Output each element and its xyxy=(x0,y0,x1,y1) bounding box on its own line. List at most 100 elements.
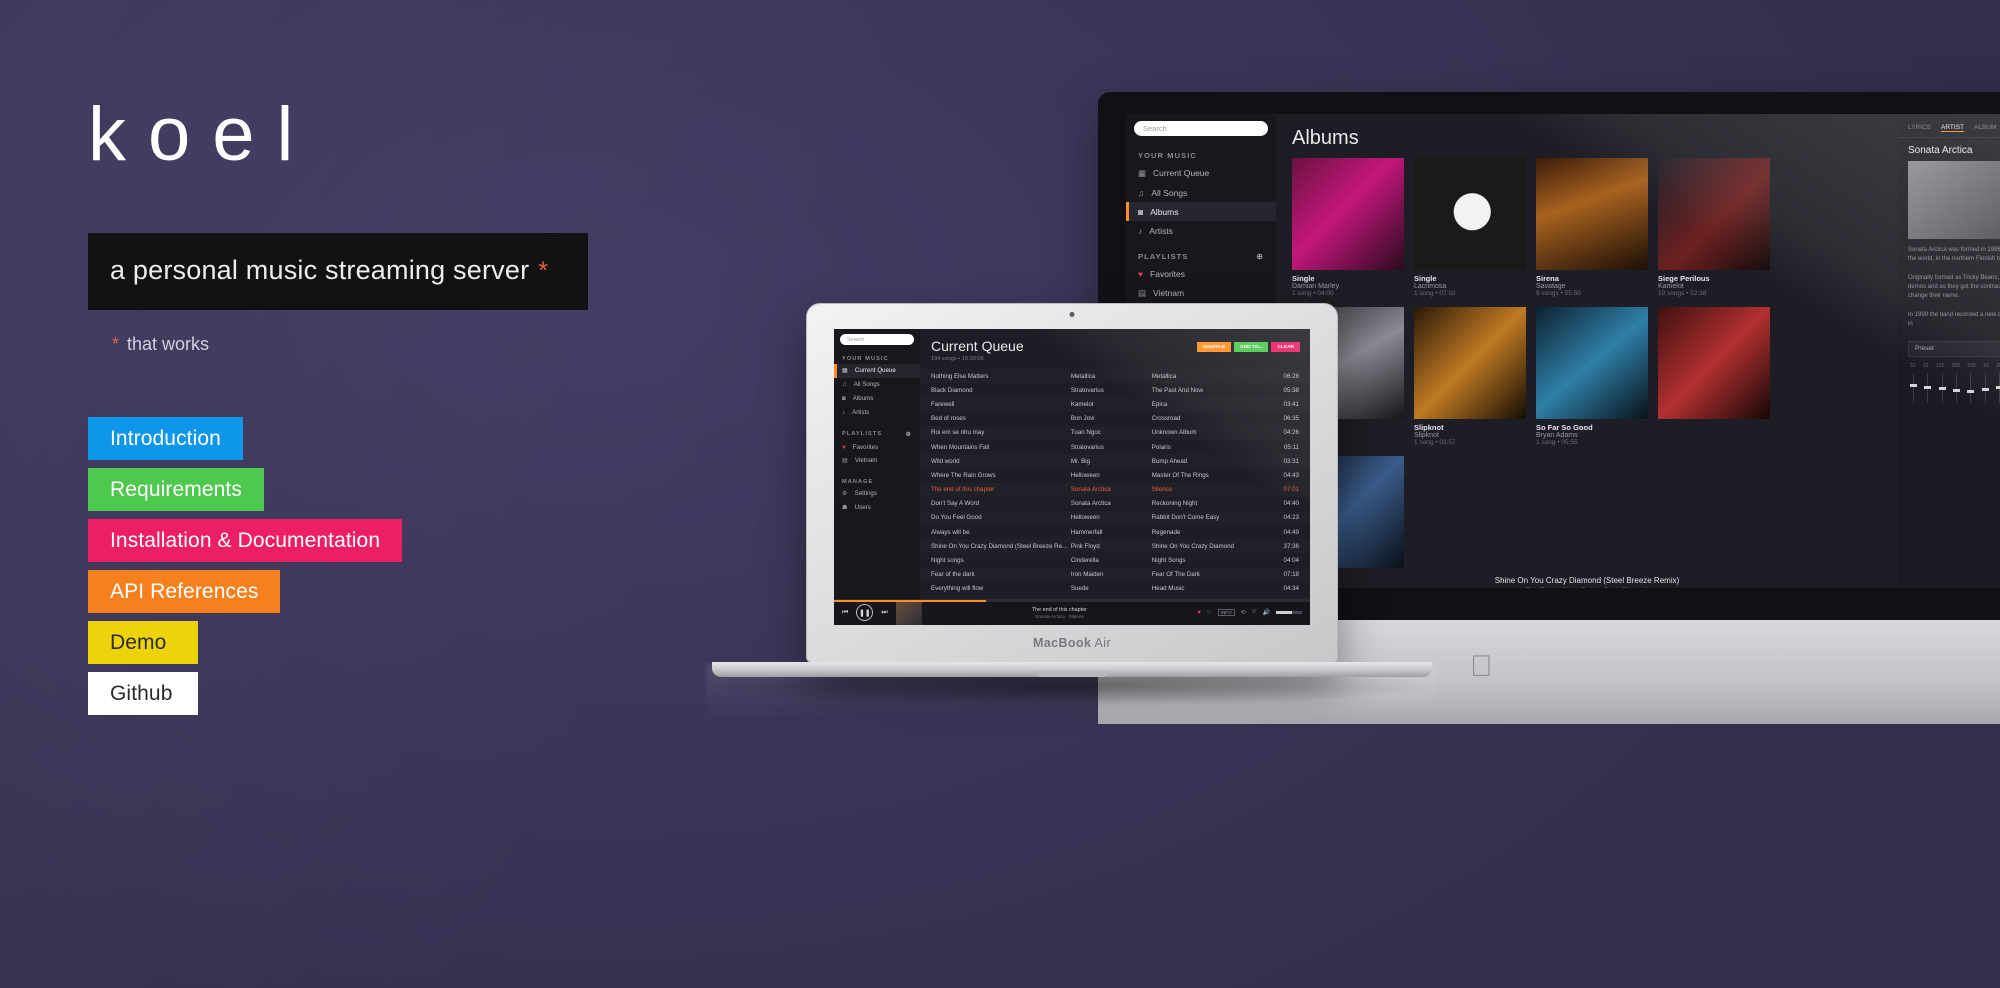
album-card[interactable] xyxy=(1658,307,1770,446)
imac-search-input[interactable]: Search xyxy=(1134,121,1268,136)
song-artist: Helloween xyxy=(1070,471,1100,479)
table-row[interactable]: Where The Rain Grows Helloween Master Of… xyxy=(920,468,1310,482)
table-row[interactable]: Black Diamond Stratovarius The Past And … xyxy=(920,383,1310,397)
table-row[interactable]: The end of this chapter Sonata Arctica S… xyxy=(920,482,1310,497)
eq-sliders[interactable] xyxy=(1908,369,2000,403)
album-artist: Bryan Adams xyxy=(1536,432,1578,439)
nav-button-requirements[interactable]: Requirements xyxy=(88,467,264,511)
imac-sidebar-item-albums[interactable]: ◙ Albums xyxy=(1126,202,1276,221)
imac-sidebar-item-current-queue[interactable]: ▦ Current Queue xyxy=(1126,163,1276,183)
users-icon: ☗ xyxy=(842,503,848,511)
seek-bar[interactable] xyxy=(834,600,1310,602)
mb-group-playlists: PLAYLISTS ⊕ xyxy=(834,419,920,440)
album-card[interactable]: Sirena Savatage 9 songs • 55:50 xyxy=(1536,158,1648,297)
table-row[interactable]: Night songs Cinderella Night Songs 04:04 xyxy=(920,553,1310,567)
shuffle-icon[interactable]: ⤫ xyxy=(1252,609,1257,616)
mb-sidebar-item-all-songs[interactable]: ♫ All Songs xyxy=(834,378,920,392)
eq-preset-label: Preset xyxy=(1915,345,1934,353)
now-playing-artwork xyxy=(895,599,922,625)
table-row[interactable]: Nothing Else Matters Metallica Metallica… xyxy=(920,369,1310,384)
mb-sidebar-item-users[interactable]: ☗ Users xyxy=(834,500,920,514)
tab-artist[interactable]: ARTIST xyxy=(1941,124,1964,132)
imac-sidebar-item-artists[interactable]: ♪ Artists xyxy=(1126,221,1276,240)
mb-search-input[interactable]: Search xyxy=(840,334,914,345)
song-length: 04:49 xyxy=(1283,528,1299,536)
heart-icon[interactable]: ♥ xyxy=(1197,610,1201,616)
volume-slider[interactable] xyxy=(1276,611,1302,614)
table-row[interactable]: Bed of roses Bon Jovi Crossroad 06:35 xyxy=(920,412,1310,426)
info-button[interactable]: INFO xyxy=(1217,609,1235,616)
nav-button-introduction[interactable]: Introduction xyxy=(88,416,243,460)
table-row[interactable]: Roi em se nhu may Tuan Ngoc Unknown Albu… xyxy=(920,425,1310,440)
imac-group-title: YOUR MUSIC xyxy=(1138,151,1197,160)
imac-main: Albums Single Damian Marley 1 song • 04:… xyxy=(1276,114,1898,588)
album-card[interactable]: Slipknot Slipknot 1 song • 03:57 xyxy=(1414,307,1526,446)
nav-button-api-references[interactable]: API References xyxy=(88,569,281,613)
song-title: Fear of the dark xyxy=(931,571,975,579)
player-right-controls: ♥ ♡ INFO ⟲ ⤫ 🔊 xyxy=(1197,609,1302,616)
imac-sidebar-item-favorites[interactable]: ♥ Favorites xyxy=(1126,264,1276,283)
song-album: Crossroad xyxy=(1151,415,1181,423)
mb-sidebar: Search YOUR MUSIC ▦ Current Queue ♫ All … xyxy=(834,329,920,599)
imac-sidebar-item-all-songs[interactable]: ♫ All Songs xyxy=(1126,183,1276,202)
imac-info-pane: LYRICS ARTIST ALBUM Sonata Arctica × Son… xyxy=(1898,114,2000,588)
add-playlist-icon[interactable]: ⊕ xyxy=(1256,252,1264,261)
add-playlist-icon[interactable]: ⊕ xyxy=(905,430,912,438)
tab-album[interactable]: ALBUM xyxy=(1974,124,1996,132)
table-row[interactable]: Do You Feel Good Helloween Rabbit Don't … xyxy=(920,510,1310,526)
repeat-icon[interactable]: ⟲ xyxy=(1241,609,1246,616)
song-length: 04:26 xyxy=(1283,429,1299,437)
mb-sidebar-item-current-queue[interactable]: ▦ Current Queue xyxy=(834,364,920,378)
album-card[interactable]: Single Lacrimosa 1 song • 07:02 xyxy=(1414,158,1526,297)
table-row[interactable]: Farewell Kamelot Epica 03:41 xyxy=(920,397,1310,412)
song-album: Epica xyxy=(1151,400,1168,408)
song-artist: Cinderella xyxy=(1070,557,1099,565)
mb-sidebar-item-artists[interactable]: ♪ Artists xyxy=(834,405,920,419)
macbook-mockup: Search YOUR MUSIC ▦ Current Queue ♫ All … xyxy=(712,303,1432,677)
previous-icon[interactable]: ⏮ xyxy=(842,609,848,617)
next-icon[interactable]: ⏭ xyxy=(881,609,887,617)
imac-sidebar-item-vietnam[interactable]: ▤ Vietnam xyxy=(1126,283,1276,303)
table-row[interactable]: When Mountains Fall Stratovarius Polaris… xyxy=(920,440,1310,454)
table-row[interactable]: Fear of the dark Iron Maiden Fear Of The… xyxy=(920,567,1310,582)
album-card[interactable]: Siege Perilous Kamelot 10 songs • 52:38 xyxy=(1658,158,1770,297)
pause-icon[interactable]: ❚❚ xyxy=(856,604,874,621)
volume-icon[interactable]: 🔊 xyxy=(1263,609,1270,616)
song-artist: Tuan Ngoc xyxy=(1070,429,1101,437)
album-cover xyxy=(1658,158,1770,270)
playlist-icon: ▤ xyxy=(1138,287,1147,298)
eq-band-labels: 31 62 125 250 500 1K 2K 4K 8K 16K xyxy=(1908,357,2000,369)
album-name: Sirena xyxy=(1536,274,1559,283)
nav-button-demo[interactable]: Demo xyxy=(88,620,198,664)
album-name: Slipknot xyxy=(1414,423,1444,432)
song-album: Head Music xyxy=(1151,585,1185,593)
table-row[interactable]: Always will be Hammerfall Regenade 04:49 xyxy=(920,525,1310,539)
table-row[interactable]: Everything will flow Suede Head Music 04… xyxy=(920,582,1310,596)
mb-sidebar-item-settings[interactable]: ⚙ Settings xyxy=(834,487,920,501)
tagline-asterisk: * xyxy=(538,256,548,285)
mb-sidebar-item-vietnam[interactable]: ▤ Vietnam xyxy=(834,454,920,468)
shuffle-button[interactable]: SHUFFLE xyxy=(1197,342,1232,352)
album-card[interactable]: So Far So Good Bryan Adams 1 song • 05:5… xyxy=(1536,307,1648,446)
eq-preset-select[interactable]: Preset ▾ xyxy=(1908,340,2000,357)
table-row[interactable]: Shine On You Crazy Diamond (Steel Breeze… xyxy=(920,539,1310,554)
nav-button-github[interactable]: Github xyxy=(88,671,198,715)
mb-sidebar-item-label: Users xyxy=(854,503,871,511)
imac-sidebar-item-label: All Songs xyxy=(1151,187,1188,198)
mb-sidebar-item-albums[interactable]: ◙ Albums xyxy=(834,392,920,406)
clear-button[interactable]: CLEAR xyxy=(1271,342,1300,352)
nav-button-installation-documentation[interactable]: Installation & Documentation xyxy=(88,518,403,562)
thumbs-down-icon[interactable]: ♡ xyxy=(1207,610,1212,616)
macbook-koel-app: Search YOUR MUSIC ▦ Current Queue ♫ All … xyxy=(834,329,1310,625)
table-row[interactable]: Don't Say A Word Sonata Arctica Reckonin… xyxy=(920,497,1310,511)
eq-band-label: 1K xyxy=(1983,362,1990,369)
album-card[interactable]: Single Damian Marley 1 song • 04:00 xyxy=(1292,158,1404,297)
imac-footer-title: Shine On You Crazy Diamond (Steel Breeze… xyxy=(1494,576,1680,585)
mb-sidebar-item-favorites[interactable]: ♥ Favorites xyxy=(834,440,920,454)
table-row[interactable]: Wild world Mr. Big Bump Ahead 03:31 xyxy=(920,454,1310,469)
imac-sidebar-item-label: Vietnam xyxy=(1153,288,1185,298)
queue-icon: ▦ xyxy=(842,367,848,375)
mb-page-subtitle: 194 songs • 16:30:06 xyxy=(931,356,984,362)
add-to-button[interactable]: ADD TO... xyxy=(1234,342,1269,352)
tab-lyrics[interactable]: LYRICS xyxy=(1908,124,1931,132)
